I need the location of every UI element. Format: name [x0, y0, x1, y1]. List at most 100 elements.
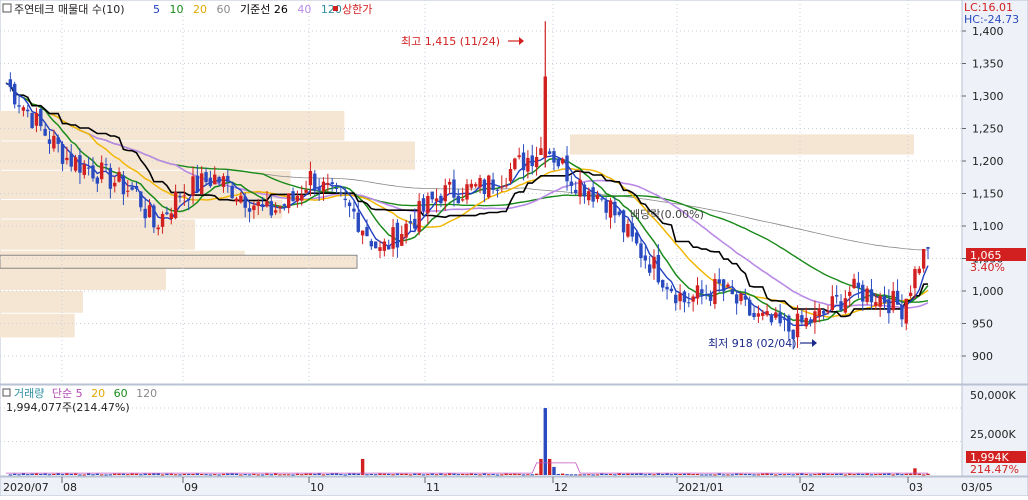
candle-body: [330, 182, 334, 185]
volume-bar: [286, 474, 291, 476]
volume-bar: [865, 473, 869, 475]
volume-bar: [674, 473, 678, 475]
price-tick-label: 900: [972, 350, 993, 363]
candle-body: [613, 201, 617, 216]
candle-body: [800, 315, 804, 323]
volume-bar: [843, 474, 848, 476]
volume-bar: [900, 474, 904, 476]
candle-body: [556, 158, 561, 167]
checkbox-icon[interactable]: [2, 3, 12, 13]
date-axis[interactable]: [0, 476, 1028, 497]
candle-body: [56, 137, 60, 144]
candle-body: [391, 227, 395, 249]
limit-up-icon: [333, 6, 338, 11]
candle-body: [500, 186, 504, 188]
volume-bar: [887, 473, 891, 475]
candle-body: [769, 315, 774, 323]
candle-body: [356, 212, 360, 232]
volume-ma20-legend: 20: [91, 387, 105, 400]
candle-body: [821, 310, 826, 314]
volume-bar: [874, 474, 878, 476]
candle-body: [308, 170, 313, 186]
candle-body: [73, 157, 78, 171]
candle-body: [473, 184, 478, 187]
volume-bar: [134, 473, 139, 475]
candle-body: [8, 79, 13, 88]
kijun-legend: 기준선 26: [240, 3, 288, 16]
volume-bar: [78, 474, 82, 476]
candle-body: [734, 294, 739, 304]
candle-body: [26, 109, 30, 112]
candle-body: [408, 221, 413, 224]
checkbox-icon[interactable]: [2, 388, 11, 397]
volume-bar: [226, 473, 230, 475]
candle-body: [60, 143, 65, 164]
volume-bar: [213, 474, 217, 476]
volume-bar: [321, 474, 326, 476]
candle-body: [647, 264, 652, 273]
volume-bar: [195, 473, 200, 475]
volume-bar: [8, 474, 13, 476]
volume-bar: [73, 473, 78, 475]
volume-profile-bar: [0, 291, 83, 313]
candle-body: [430, 191, 434, 200]
candle-body: [108, 167, 113, 189]
volume-bar: [326, 474, 330, 476]
candle-body: [578, 179, 582, 197]
volume-bar: [456, 474, 461, 476]
candle-body: [900, 305, 904, 320]
candle-body: [313, 173, 317, 191]
volume-bar: [547, 458, 552, 475]
volume-bar: [200, 474, 204, 476]
volume-bar: [513, 473, 517, 475]
price-tick-label: 1,300: [972, 90, 1004, 103]
volume-bar: [713, 474, 717, 476]
volume-profile-bar: [0, 254, 358, 269]
volume-bar: [639, 473, 643, 475]
volume-bar: [482, 473, 487, 475]
candle-body: [921, 249, 926, 269]
volume-bar: [300, 474, 304, 476]
volume-bar: [487, 474, 491, 476]
volume-bar: [143, 473, 147, 475]
volume-bar: [839, 473, 843, 475]
volume-bar: [247, 474, 252, 476]
volume-bar: [791, 474, 795, 476]
date-label: 12: [554, 481, 568, 494]
candle-body: [643, 255, 648, 261]
candle-body: [295, 195, 300, 202]
candle-body: [369, 240, 374, 247]
volume-bar: [895, 473, 900, 475]
volume-bar: [882, 473, 887, 475]
volume-bar: [365, 474, 369, 476]
volume-bar: [756, 474, 761, 476]
candle-body: [817, 308, 821, 317]
volume-bar: [239, 474, 243, 476]
volume-bar: [426, 474, 430, 476]
volume-bar: [582, 474, 587, 476]
candle-body: [469, 183, 474, 188]
candle-body: [300, 194, 304, 201]
volume-bar: [695, 473, 700, 475]
candle-body: [273, 210, 278, 213]
volume-bar: [369, 473, 374, 475]
volume-bar: [856, 473, 861, 475]
volume-bar: [104, 474, 108, 476]
volume-bar: [447, 473, 452, 475]
candle-body: [804, 317, 808, 327]
candle-body: [52, 135, 56, 149]
volume-bar: [265, 473, 269, 475]
volume-bar: [165, 473, 169, 475]
date-label: 02: [801, 481, 815, 494]
ma60-legend: 60: [217, 3, 231, 16]
volume-bar: [848, 473, 852, 475]
volume-bar: [643, 474, 648, 476]
candle-body: [278, 206, 282, 209]
volume-bar: [139, 474, 143, 476]
candle-body: [565, 155, 569, 182]
volume-bar: [130, 473, 134, 475]
volume-bar: [191, 473, 195, 475]
volume-ma120-legend: 120: [136, 387, 157, 400]
candle-body: [904, 298, 908, 324]
candle-body: [891, 290, 895, 311]
